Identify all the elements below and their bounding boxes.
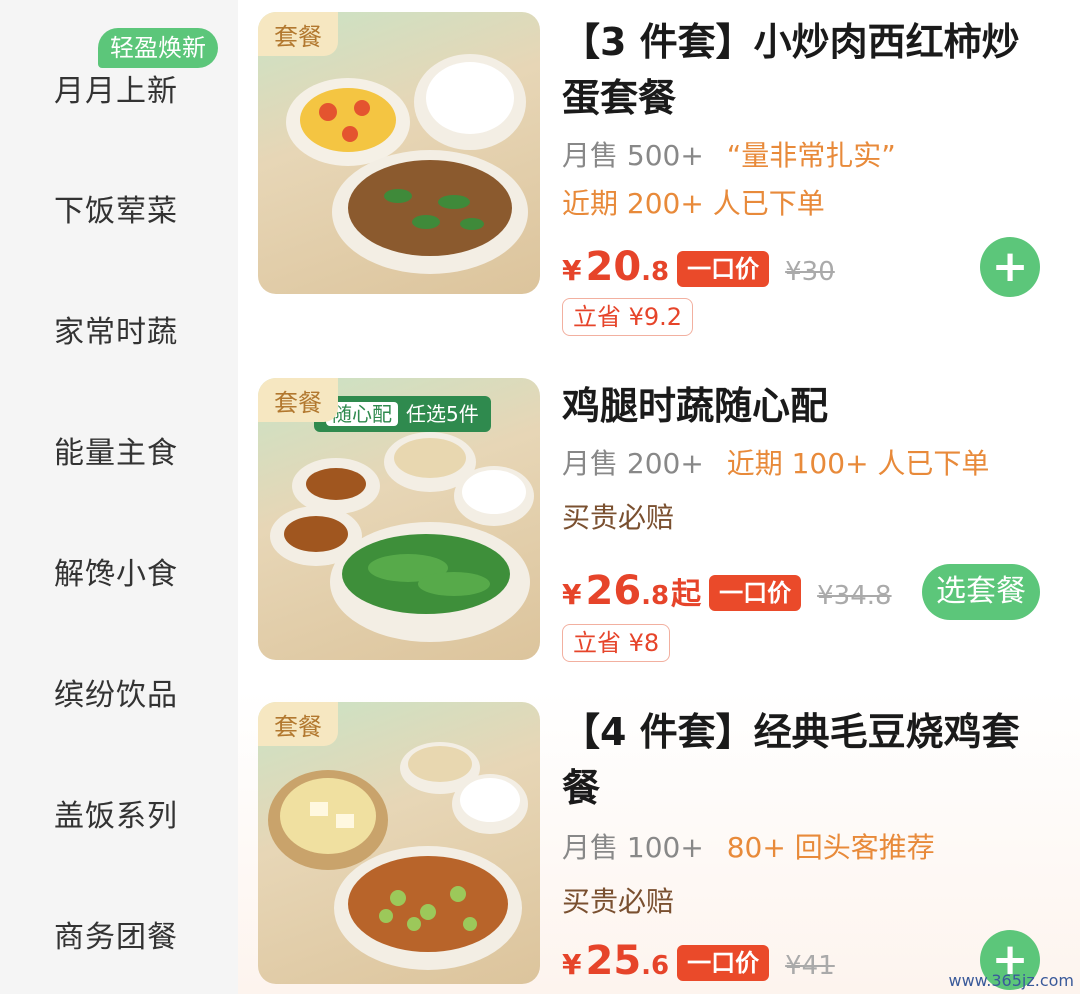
- select-combo-button[interactable]: 选套餐: [922, 564, 1040, 620]
- promo-banner: 随心配 任选5件: [314, 396, 491, 432]
- review-quote: “量非常扎实”: [726, 139, 896, 172]
- product-image[interactable]: 套餐: [258, 12, 540, 294]
- currency-symbol: ¥: [562, 578, 582, 611]
- category-label: 商务团餐: [54, 920, 178, 955]
- combo-tag: 套餐: [258, 12, 338, 56]
- category-label: 下饭荤菜: [54, 194, 178, 229]
- fixed-price-badge: 一口价: [677, 251, 770, 287]
- combo-tag: 套餐: [258, 702, 338, 746]
- monthly-sales: 月售 500+: [562, 139, 704, 172]
- returning-customers: 80+ 回头客推荐: [726, 831, 935, 864]
- currency-symbol: ¥: [562, 948, 582, 981]
- price-decimal: .8: [641, 257, 670, 287]
- savings-tag: 立省 ¥8: [562, 624, 671, 662]
- category-item-business-meals[interactable]: 商务团餐: [0, 874, 238, 994]
- product-title[interactable]: 鸡腿时蔬随心配: [562, 378, 1042, 434]
- original-price: ¥34.8: [817, 581, 892, 611]
- fixed-price-badge: 一口价: [709, 575, 802, 611]
- add-to-cart-button[interactable]: +: [980, 237, 1040, 297]
- category-item-drinks[interactable]: 缤纷饮品: [0, 632, 238, 752]
- price-decimal: .8: [641, 581, 670, 611]
- sales-line: 月售 200+ 近期 100+ 人已下单: [562, 444, 989, 484]
- price-from-suffix: 起: [671, 577, 702, 612]
- sales-line: 月售 500+ “量非常扎实”: [562, 136, 896, 176]
- category-item-meat-dishes[interactable]: 下饭荤菜: [0, 148, 238, 268]
- category-label: 家常时蔬: [54, 315, 178, 350]
- fixed-price-badge: 一口价: [677, 945, 770, 981]
- category-label: 缤纷饮品: [54, 678, 178, 713]
- price-guarantee: 买贵必赔: [562, 501, 675, 534]
- monthly-sales: 月售 100+: [562, 831, 704, 864]
- category-item-snacks[interactable]: 解馋小食: [0, 511, 238, 631]
- price-integer: 20: [585, 244, 642, 290]
- original-price: ¥41: [785, 951, 835, 981]
- category-label: 能量主食: [54, 436, 178, 471]
- product-image[interactable]: 套餐: [258, 702, 540, 984]
- product-image[interactable]: 随心配 任选5件 套餐: [258, 378, 540, 660]
- product-title[interactable]: 【3 件套】小炒肉西红柿炒蛋套餐: [562, 14, 1042, 126]
- sales-line: 月售 100+ 80+ 回头客推荐: [562, 828, 935, 868]
- category-label: 盖饭系列: [54, 799, 178, 834]
- category-label: 月月上新: [54, 74, 178, 109]
- product-list: 套餐 【3 件套】小炒肉西红柿炒蛋套餐 月售 500+ “量非常扎实” 近期 2…: [238, 0, 1080, 994]
- price-decimal: .6: [641, 951, 670, 981]
- monthly-sales: 月售 200+: [562, 447, 704, 480]
- recent-orders: 近期 200+ 人已下单: [562, 187, 825, 220]
- site-watermark: www.365jz.com: [948, 971, 1074, 990]
- price-row: ¥ 25 .6 一口价 ¥41: [562, 938, 835, 988]
- price-row: ¥ 26 .8 起 一口价 ¥34.8: [562, 568, 892, 618]
- category-item-vegetables[interactable]: 家常时蔬: [0, 269, 238, 389]
- price-integer: 26: [585, 568, 642, 614]
- category-item-staples[interactable]: 能量主食: [0, 390, 238, 510]
- original-price: ¥30: [785, 257, 835, 287]
- combo-tag: 套餐: [258, 378, 338, 422]
- category-sidebar: 月月上新 轻盈焕新 下饭荤菜 家常时蔬 能量主食 解馋小食 缤纷饮品 盖饭系列 …: [0, 0, 238, 994]
- recent-orders: 近期 100+ 人已下单: [726, 447, 990, 480]
- price-guarantee: 买贵必赔: [562, 885, 675, 918]
- banner-text: 任选5件: [406, 402, 479, 426]
- new-badge: 轻盈焕新: [98, 28, 218, 68]
- currency-symbol: ¥: [562, 254, 582, 287]
- savings-tag: 立省 ¥9.2: [562, 298, 694, 336]
- category-item-rice-bowls[interactable]: 盖饭系列: [0, 753, 238, 873]
- product-title[interactable]: 【4 件套】经典毛豆烧鸡套餐: [562, 704, 1042, 816]
- price-integer: 25: [585, 938, 642, 984]
- price-row: ¥ 20 .8 一口价 ¥30: [562, 244, 835, 294]
- category-label: 解馋小食: [54, 557, 178, 592]
